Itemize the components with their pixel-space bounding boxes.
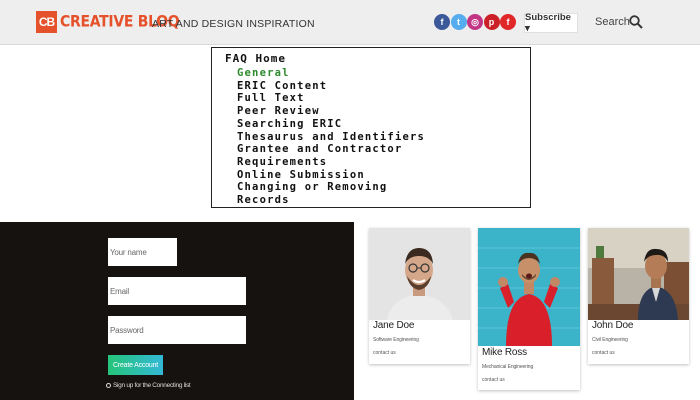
card-name: John Doe (592, 320, 634, 331)
name-input[interactable]: Your name (108, 238, 177, 266)
password-input[interactable]: Password (108, 316, 246, 344)
pinterest-icon[interactable]: p (483, 14, 500, 30)
create-account-button[interactable]: Create Account (108, 355, 163, 375)
faq-item-full-text[interactable]: Full Text (237, 92, 425, 105)
faq-item-changing-cont[interactable]: Records (237, 194, 425, 207)
faq-item-thesaurus[interactable]: Thesaurus and Identifiers (237, 131, 425, 144)
signup-panel (0, 222, 354, 400)
faq-item-general[interactable]: General (237, 67, 425, 80)
site-header: CB CREATIVE BLOQ ART AND DESIGN INSPIRAT… (0, 0, 700, 45)
signup-option[interactable]: Sign up for the Connecting list (106, 382, 191, 389)
faq-item-eric-content[interactable]: ERIC Content (237, 80, 425, 93)
faq-item-grantee[interactable]: Grantee and Contractor (237, 143, 425, 156)
profile-card[interactable]: Jane Doe Software Engineering contact us (369, 228, 470, 364)
logo-badge: CB (36, 11, 57, 33)
email-input[interactable]: Email (108, 277, 246, 305)
subscribe-button[interactable]: Subscribe ▾ (524, 12, 578, 34)
faq-item-changing[interactable]: Changing or Removing (237, 181, 425, 194)
profile-card[interactable]: John Doe Civil Engineering contact us (588, 228, 689, 364)
flipboard-icon[interactable]: f (500, 14, 516, 30)
site-tagline: ART AND DESIGN INSPIRATION (152, 18, 315, 30)
profile-photo (478, 228, 580, 346)
profile-photo (588, 228, 689, 320)
faq-panel: FAQ Home General ERIC Content Full Text … (211, 47, 531, 208)
faq-item-grantee-cont[interactable]: Requirements (237, 156, 425, 169)
search-icon[interactable] (629, 15, 643, 29)
card-name: Jane Doe (373, 320, 415, 331)
profile-card[interactable]: Mike Ross Mechanical Engineering contact… (478, 228, 580, 390)
faq-item-online-submission[interactable]: Online Submission (237, 169, 425, 182)
profile-photo (369, 228, 470, 320)
social-links: f t ◎ p f (434, 14, 517, 30)
card-contact[interactable]: contact us (482, 377, 505, 383)
radio-icon[interactable] (106, 383, 111, 388)
faq-item-searching-eric[interactable]: Searching ERIC (237, 118, 425, 131)
twitter-icon[interactable]: t (450, 14, 467, 30)
card-contact[interactable]: contact us (592, 350, 615, 356)
search-label[interactable]: Search (595, 16, 630, 28)
signup-text: Sign up for the Connecting list (113, 382, 191, 389)
faq-title[interactable]: FAQ Home (225, 52, 286, 65)
card-contact[interactable]: contact us (373, 350, 396, 356)
card-role: Civil Engineering (592, 337, 628, 343)
faq-list: General ERIC Content Full Text Peer Revi… (237, 67, 425, 207)
faq-item-peer-review[interactable]: Peer Review (237, 105, 425, 118)
facebook-icon[interactable]: f (434, 14, 450, 30)
card-name: Mike Ross (482, 347, 527, 358)
instagram-icon[interactable]: ◎ (467, 14, 483, 30)
card-role: Mechanical Engineering (482, 364, 534, 370)
card-role: Software Engineering (373, 337, 419, 343)
